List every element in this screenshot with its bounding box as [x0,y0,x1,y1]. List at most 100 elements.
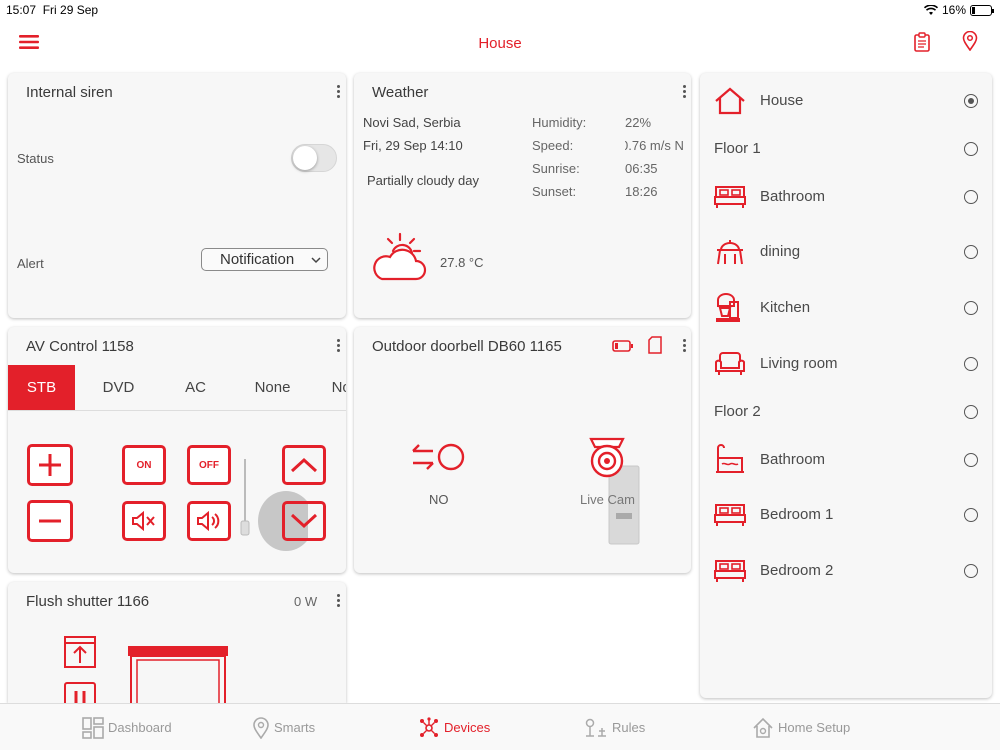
radio-floor2[interactable] [964,405,978,419]
pause-icon [64,682,96,703]
room-item-dining[interactable]: dining [700,232,992,272]
mute-button[interactable] [122,501,166,541]
tab-stb[interactable]: STB [8,365,75,410]
room-label-floor2: Floor 2 [714,403,761,420]
room-item-kitchen[interactable]: Kitchen [700,288,992,328]
bed-icon [714,504,746,526]
nav-dashboard[interactable]: Dashboard [82,704,172,751]
radio-house[interactable] [964,94,978,108]
channel-up-button[interactable] [282,445,326,485]
plus-icon [39,454,61,476]
status-bar: 15:07 Fri 29 Sep 16% [0,0,1000,20]
room-label-bathroom-2: Bathroom [760,451,826,468]
humidity-value: 22% [625,115,652,130]
location-pin-icon [962,30,978,52]
siren-more-icon[interactable] [332,83,344,101]
nav-smarts[interactable]: Smarts [252,704,315,751]
home-setup-icon [753,717,773,738]
av-more-icon[interactable] [332,337,344,355]
doorbell-more-icon[interactable] [678,337,690,355]
status-toggle[interactable] [291,144,337,172]
live-cam-button[interactable] [586,437,628,486]
alert-select[interactable]: Notification [201,248,328,271]
minus-icon [39,519,61,523]
channel-down-button[interactable] [282,501,326,541]
av-title: AV Control 1158 [26,338,134,355]
room-label-floor1: Floor 1 [714,140,761,157]
nav-home-setup[interactable]: Home Setup [752,704,850,751]
room-item-living-room[interactable]: Living room [700,344,992,384]
clipboard-icon [914,32,930,52]
shutter-more-icon[interactable] [332,592,344,610]
radio-kitchen[interactable] [964,301,978,315]
radio-dining[interactable] [964,245,978,259]
room-item-house[interactable]: House [700,81,992,121]
room-label-living-room: Living room [760,355,838,372]
battery-low-icon [612,340,633,352]
volume-up-button[interactable] [27,444,73,486]
radio-bedroom-2[interactable] [964,564,978,578]
live-cam-label: Live Cam [580,492,635,507]
radio-floor1[interactable] [964,142,978,156]
room-item-bedroom-1[interactable]: Bedroom 1 [700,495,992,535]
wifi-icon [923,4,938,15]
room-item-floor1[interactable]: Floor 1 [700,129,992,169]
shutter-title: Flush shutter 1166 [26,593,150,610]
siren-title: Internal siren [26,84,113,101]
shutter-stop-button[interactable] [64,682,96,703]
doorbell-mode-button[interactable] [410,439,466,480]
alert-label: Alert [17,256,44,271]
nav-rules[interactable]: Rules [584,704,645,751]
rooms-panel: House Floor 1 Bathroom dining Kitchen Li… [700,73,992,698]
nav-devices[interactable]: Devices [418,704,490,751]
status-right: 16% [923,3,994,17]
location-button[interactable] [962,30,978,56]
doorbell-title: Outdoor doorbell DB60 1165 [372,338,562,355]
sunset-label: Sunset: [532,184,577,199]
weather-location: Novi Sad, Serbia [363,115,461,130]
battery-icon [970,4,994,16]
nav-rules-label: Rules [612,720,646,735]
bed-icon [714,560,746,582]
tab-none-1[interactable]: None [234,365,311,410]
tab-ac[interactable]: AC [157,365,234,410]
radio-bedroom-1[interactable] [964,508,978,522]
chevron-down-icon [311,257,321,264]
room-item-bathroom-1[interactable]: Bathroom [700,177,992,217]
volume-down-button[interactable] [27,500,73,542]
status-label: Status [17,151,54,166]
weather-card: Weather Novi Sad, Serbia Fri, 29 Sep 14:… [354,73,691,318]
tab-dvd[interactable]: DVD [80,365,157,410]
room-item-bedroom-2[interactable]: Bedroom 2 [700,551,992,591]
off-button[interactable]: OFF [187,445,231,485]
clipboard-button[interactable] [914,32,930,57]
doorbell-card: Outdoor doorbell DB60 1165 NO Live Cam [354,327,691,573]
humidity-label: Humidity: [532,115,587,130]
room-item-floor2[interactable]: Floor 2 [700,392,992,432]
shutter-up-button[interactable] [64,636,96,673]
top-bar: House [0,20,1000,66]
sound-button[interactable] [187,501,231,541]
room-label-bedroom-2: Bedroom 2 [760,562,834,579]
alert-select-value: Notification [220,251,295,268]
temperature: 27.8 °C [440,255,484,270]
on-button[interactable]: ON [122,445,166,485]
camera-icon [589,437,625,478]
dining-icon [717,240,743,265]
weather-more-icon[interactable] [678,83,690,101]
room-item-bathroom-2[interactable]: Bathroom [700,440,992,480]
chevron-up-icon [290,457,318,473]
radio-bathroom-2[interactable] [964,453,978,467]
tab-none-2[interactable]: None [311,365,346,410]
shutter-window-illustration [128,646,228,703]
chevron-down-icon [290,513,318,529]
room-label-house: House [760,92,804,109]
dashboard-icon [82,716,104,739]
radio-living-room[interactable] [964,357,978,371]
radio-bathroom-1[interactable] [964,190,978,204]
weather-condition: Partially cloudy day [367,173,479,188]
bathtub-icon [716,444,744,473]
siren-card: Internal siren Status Alert Notification [8,73,346,318]
speed-clip: 0.76 m/s N [625,138,685,153]
swap-circle-icon [412,443,465,471]
